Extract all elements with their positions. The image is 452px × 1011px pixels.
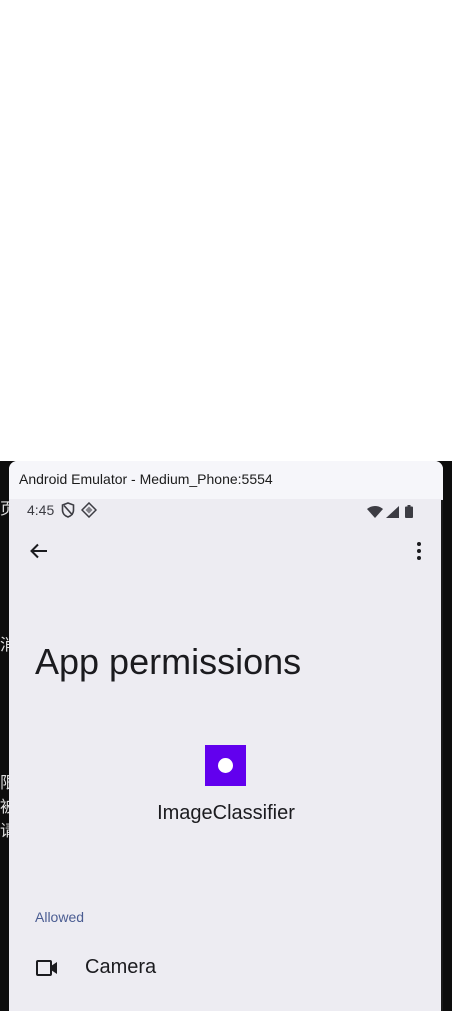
window-edge [441,500,443,1011]
screen: 页 消 限 被 请 Android Emulator - Medium_Phon… [0,0,452,1011]
cell-signal-icon [386,503,399,522]
arrow-left-icon [29,541,49,565]
app-icon [205,745,246,786]
app-icon-dot [218,758,233,773]
wifi-icon [367,503,383,522]
back-button[interactable] [22,536,56,570]
status-time: 4:45 [27,502,55,518]
emulator-titlebar[interactable]: Android Emulator - Medium_Phone:5554 [9,461,443,499]
shield-icon [61,502,75,522]
window-title: Android Emulator - Medium_Phone:5554 [19,471,273,487]
page-title: App permissions [35,641,302,682]
status-bar: 4:45 [9,499,441,523]
permission-label: Camera [85,956,157,978]
videocam-icon [35,957,59,979]
vpn-diamond-icon [80,501,98,522]
app-name: ImageClassifier [157,802,295,824]
more-options-button[interactable] [402,536,436,570]
permission-item-camera[interactable]: Camera [9,945,441,991]
section-header-allowed: Allowed [35,909,85,925]
emulator-window: Android Emulator - Medium_Phone:5554 [9,461,443,1011]
more-vert-icon [416,541,422,565]
battery-icon [405,503,413,522]
